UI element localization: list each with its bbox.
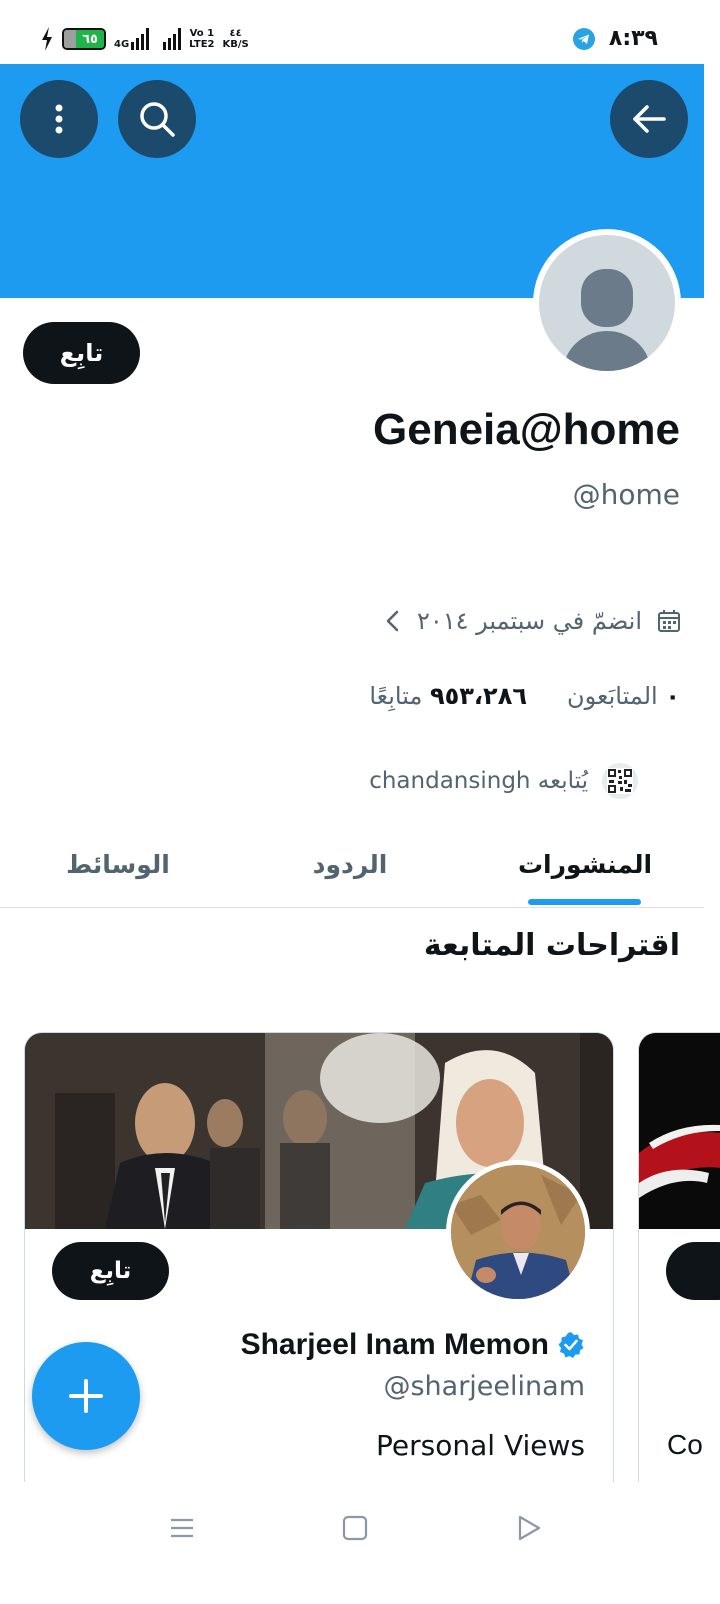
volte-indicator: Vo 1 LTE2 bbox=[189, 28, 214, 50]
followers-label: المتابَعون bbox=[567, 682, 658, 710]
status-indicators: ٦٥ 4G Vo 1 LTE2 ٤٤ KB/S bbox=[40, 24, 249, 54]
suggestion-2-follow-button[interactable] bbox=[666, 1242, 720, 1300]
nav-back-button[interactable] bbox=[510, 1510, 546, 1546]
menu-icon bbox=[171, 1518, 193, 1538]
more-vertical-icon bbox=[55, 104, 63, 134]
joined-date-row[interactable]: انضمّ في سبتمبر ٢٠١٤ bbox=[383, 600, 682, 642]
joined-date: انضمّ في سبتمبر ٢٠١٤ bbox=[416, 607, 642, 635]
arrow-left-icon bbox=[633, 105, 666, 133]
profile-tabs: المنشورات الردود الوسائط bbox=[0, 820, 704, 908]
compose-button[interactable] bbox=[32, 1342, 140, 1450]
suggestion-bio: Personal Views bbox=[376, 1429, 585, 1462]
network-speed: ٤٤ KB/S bbox=[223, 28, 249, 50]
search-button[interactable] bbox=[118, 80, 196, 158]
suggestion-card-2[interactable]: Co bbox=[638, 1032, 720, 1512]
profile-display-name: Geneia@home bbox=[373, 405, 680, 454]
verified-badge-icon bbox=[558, 1332, 584, 1358]
follow-button[interactable]: تابِع bbox=[23, 322, 140, 384]
signal-4g: 4G bbox=[114, 28, 150, 50]
speed-unit: KB/S bbox=[222, 39, 249, 50]
profile-handle: @home bbox=[572, 478, 680, 511]
battery-indicator: ٦٥ bbox=[62, 28, 106, 50]
system-navigation-bar bbox=[0, 1482, 720, 1604]
plus-icon bbox=[69, 1379, 103, 1413]
telegram-icon bbox=[572, 27, 595, 50]
nav-home-button[interactable] bbox=[337, 1510, 373, 1546]
suggestions-title: اقتراحات المتابعة bbox=[423, 928, 680, 963]
more-button[interactable] bbox=[20, 80, 98, 158]
volte-top: Vo 1 bbox=[189, 28, 215, 39]
status-right: ٨:٣٩ bbox=[572, 26, 658, 51]
followers-stat[interactable]: ٠ المتابَعون bbox=[567, 682, 680, 710]
network-type: 4G bbox=[114, 39, 130, 50]
battery-level: ٦٥ bbox=[76, 30, 104, 48]
tab-posts[interactable]: المنشورات bbox=[508, 820, 662, 908]
suggestion-name-row: Sharjeel Inam Memon bbox=[241, 1328, 585, 1362]
tab-replies[interactable]: الردود bbox=[290, 820, 410, 908]
chevron-left-icon bbox=[386, 610, 399, 632]
search-icon bbox=[140, 102, 175, 137]
signal-bars-icon bbox=[131, 28, 150, 50]
triangle-back-icon bbox=[518, 1515, 541, 1541]
follower-avatar bbox=[602, 763, 638, 799]
suggestion-name: Sharjeel Inam Memon bbox=[240, 1328, 549, 1361]
suggestion-follow-button[interactable]: تابِع bbox=[52, 1242, 169, 1300]
followed-by-row[interactable]: يُتابعه chandansingh bbox=[369, 758, 638, 804]
charging-icon bbox=[42, 27, 52, 51]
suggestion-avatar-image bbox=[451, 1165, 585, 1299]
following-stat[interactable]: ٩٥٣،٢٨٦ متابِعًا bbox=[369, 682, 527, 710]
tab-media[interactable]: الوسائط bbox=[50, 820, 186, 908]
follow-stats: ٠ المتابَعون ٩٥٣،٢٨٦ متابِعًا bbox=[369, 675, 680, 717]
back-button[interactable] bbox=[610, 80, 688, 158]
speed-value: ٤٤ bbox=[229, 28, 242, 39]
square-icon bbox=[342, 1515, 368, 1541]
followed-by-text: يُتابعه chandansingh bbox=[369, 768, 588, 794]
tab-active-indicator bbox=[528, 899, 641, 905]
calendar-icon bbox=[658, 610, 680, 632]
status-bar: ٦٥ 4G Vo 1 LTE2 ٤٤ KB/S ٨:٣٩ bbox=[0, 0, 720, 64]
profile-avatar[interactable] bbox=[533, 229, 681, 377]
followers-count: ٠ bbox=[665, 682, 680, 710]
suggestion-2-bio: Co bbox=[667, 1429, 703, 1460]
clock: ٨:٣٩ bbox=[608, 26, 658, 51]
signal-bars-icon bbox=[163, 28, 182, 50]
following-count: ٩٥٣،٢٨٦ bbox=[429, 682, 527, 710]
volte-bottom: LTE2 bbox=[189, 39, 215, 50]
suggestion-2-banner-image bbox=[639, 1033, 720, 1229]
suggestion-avatar[interactable] bbox=[446, 1160, 590, 1304]
suggestion-handle: @sharjeelinam bbox=[383, 1371, 585, 1402]
nav-menu-button[interactable] bbox=[164, 1510, 200, 1546]
following-label: متابِعًا bbox=[369, 682, 423, 710]
default-avatar-icon bbox=[539, 235, 675, 371]
